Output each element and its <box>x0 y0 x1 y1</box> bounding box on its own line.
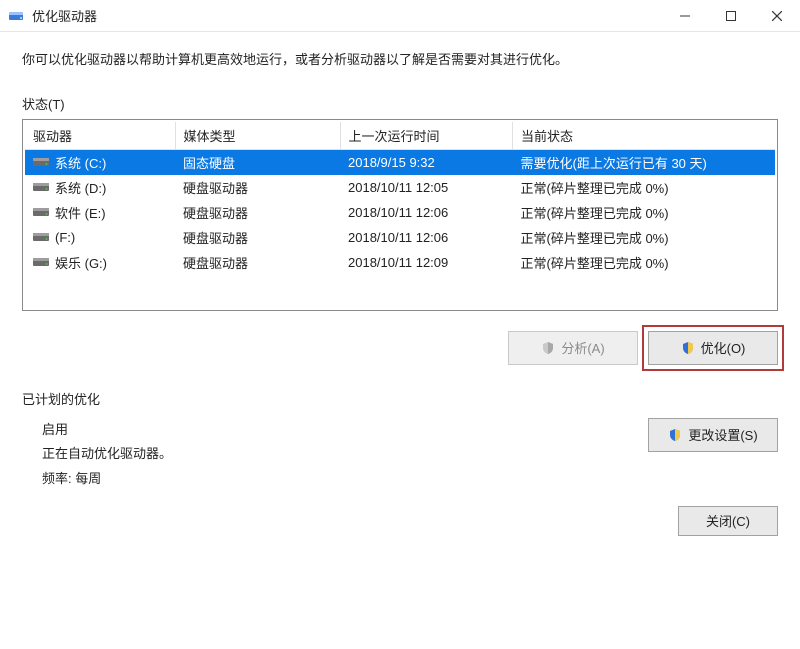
scheduled-section: 已计划的优化 启用 正在自动优化驱动器。 频率: 每周 更改设置(S) <box>22 389 778 492</box>
drive-status: 正常(碎片整理已完成 0%) <box>513 225 776 250</box>
drive-last-run: 2018/10/11 12:05 <box>340 175 513 200</box>
col-drive[interactable]: 驱动器 <box>25 122 175 150</box>
drive-icon <box>33 181 49 193</box>
main-content: 你可以优化驱动器以帮助计算机更高效地运行，或者分析驱动器以了解是否需要对其进行优… <box>0 32 800 506</box>
drive-name: 系统 (C:) <box>55 153 106 172</box>
table-row[interactable]: (F:) 硬盘驱动器2018/10/11 12:06正常(碎片整理已完成 0%) <box>25 225 775 250</box>
drive-icon <box>33 256 49 268</box>
window-title: 优化驱动器 <box>32 6 97 25</box>
drive-media: 硬盘驱动器 <box>175 250 340 275</box>
scheduled-enabled-label: 启用 <box>42 418 172 443</box>
drive-name: (F:) <box>55 230 75 245</box>
table-row[interactable]: 软件 (E:) 硬盘驱动器2018/10/11 12:06正常(碎片整理已完成 0… <box>25 200 775 225</box>
drive-media: 固态硬盘 <box>175 149 340 175</box>
col-last-run[interactable]: 上一次运行时间 <box>340 122 513 150</box>
drive-media: 硬盘驱动器 <box>175 175 340 200</box>
status-section-label: 状态(T) <box>22 94 778 113</box>
col-current-status[interactable]: 当前状态 <box>513 122 776 150</box>
col-media[interactable]: 媒体类型 <box>175 122 340 150</box>
scheduled-status-line: 正在自动优化驱动器。 <box>42 442 172 467</box>
drive-table: 驱动器 媒体类型 上一次运行时间 当前状态 系统 (C:) 固态硬盘2018/9/… <box>25 122 775 275</box>
close-button[interactable]: 关闭(C) <box>678 506 778 536</box>
drive-table-container: 驱动器 媒体类型 上一次运行时间 当前状态 系统 (C:) 固态硬盘2018/9/… <box>22 119 778 311</box>
drive-last-run: 2018/10/11 12:09 <box>340 250 513 275</box>
drive-icon <box>33 206 49 218</box>
close-button-label: 关闭(C) <box>706 511 750 530</box>
shield-icon <box>668 428 682 442</box>
drive-name: 娱乐 (G:) <box>55 253 107 272</box>
optimize-button-label: 优化(O) <box>701 338 746 357</box>
minimize-button[interactable] <box>662 0 708 32</box>
drive-status: 需要优化(距上次运行已有 30 天) <box>513 149 776 175</box>
shield-icon <box>681 341 695 355</box>
table-row[interactable]: 系统 (D:) 硬盘驱动器2018/10/11 12:05正常(碎片整理已完成 0… <box>25 175 775 200</box>
footer: 关闭(C) <box>0 506 800 556</box>
table-row[interactable]: 系统 (C:) 固态硬盘2018/9/15 9:32需要优化(距上次运行已有 30… <box>25 149 775 175</box>
app-icon <box>8 8 24 24</box>
action-button-row: 分析(A) 优化(O) <box>22 331 778 365</box>
analyze-button-label: 分析(A) <box>561 338 604 357</box>
drive-name: 软件 (E:) <box>55 203 106 222</box>
optimize-button[interactable]: 优化(O) <box>648 331 778 365</box>
change-settings-button-label: 更改设置(S) <box>688 425 757 444</box>
intro-text: 你可以优化驱动器以帮助计算机更高效地运行，或者分析驱动器以了解是否需要对其进行优… <box>22 50 778 70</box>
drive-last-run: 2018/10/11 12:06 <box>340 225 513 250</box>
close-window-button[interactable] <box>754 0 800 32</box>
drive-status: 正常(碎片整理已完成 0%) <box>513 200 776 225</box>
table-row[interactable]: 娱乐 (G:) 硬盘驱动器2018/10/11 12:09正常(碎片整理已完成 0… <box>25 250 775 275</box>
table-header-row: 驱动器 媒体类型 上一次运行时间 当前状态 <box>25 122 775 150</box>
drive-icon <box>33 156 49 168</box>
drive-name: 系统 (D:) <box>55 178 106 197</box>
drive-media: 硬盘驱动器 <box>175 200 340 225</box>
drive-last-run: 2018/9/15 9:32 <box>340 149 513 175</box>
scheduled-text: 启用 正在自动优化驱动器。 频率: 每周 <box>22 418 172 492</box>
scheduled-frequency-line: 频率: 每周 <box>42 467 172 492</box>
shield-icon <box>541 341 555 355</box>
drive-media: 硬盘驱动器 <box>175 225 340 250</box>
scheduled-section-label: 已计划的优化 <box>22 389 778 408</box>
drive-last-run: 2018/10/11 12:06 <box>340 200 513 225</box>
analyze-button: 分析(A) <box>508 331 638 365</box>
maximize-button[interactable] <box>708 0 754 32</box>
change-settings-button[interactable]: 更改设置(S) <box>648 418 778 452</box>
drive-icon <box>33 231 49 243</box>
drive-status: 正常(碎片整理已完成 0%) <box>513 250 776 275</box>
drive-status: 正常(碎片整理已完成 0%) <box>513 175 776 200</box>
title-bar: 优化驱动器 <box>0 0 800 32</box>
